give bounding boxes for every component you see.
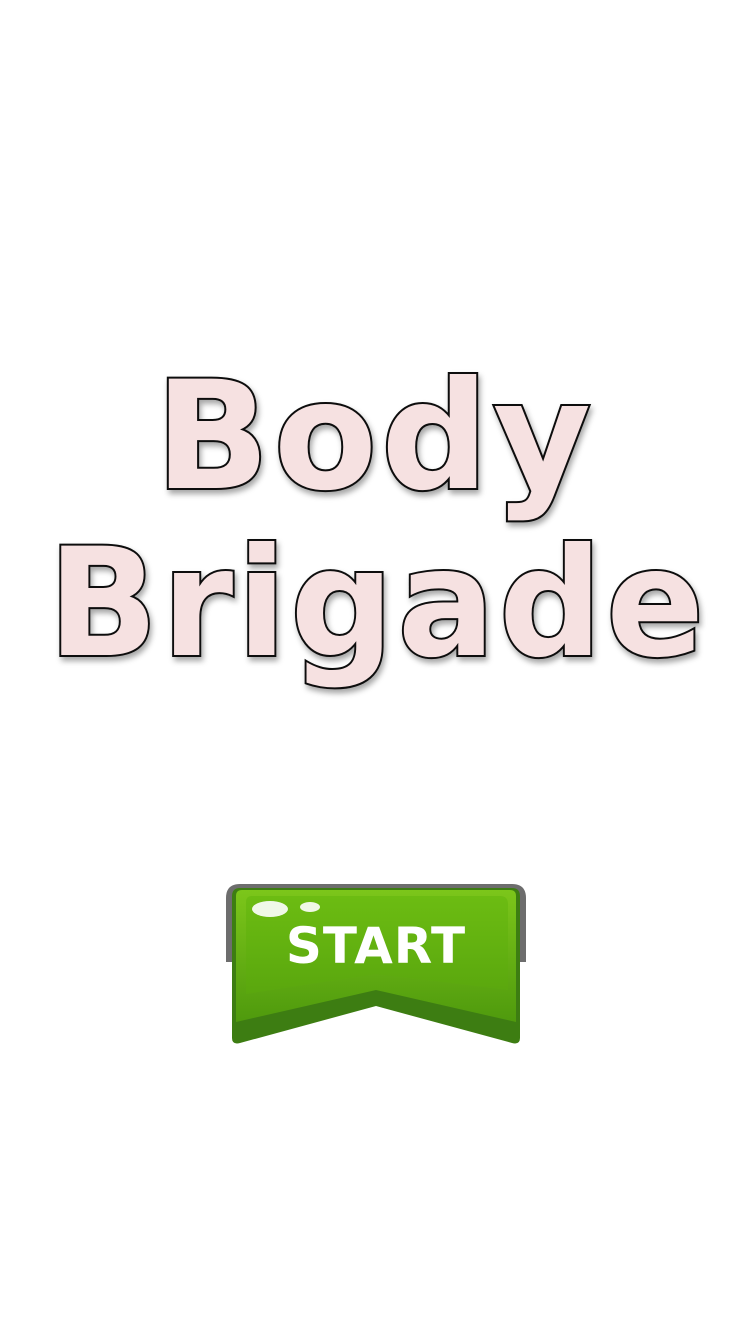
start-button[interactable]: START (224, 882, 528, 1048)
gloss-spot-large (252, 901, 288, 917)
game-title: Body Brigade (0, 348, 750, 700)
game-title-svg: Body Brigade (46, 348, 708, 693)
title-line-1: Body (155, 350, 595, 524)
start-button-label: START (285, 917, 467, 975)
gloss-spot-small (300, 902, 320, 912)
title-line-2: Brigade (48, 517, 708, 691)
